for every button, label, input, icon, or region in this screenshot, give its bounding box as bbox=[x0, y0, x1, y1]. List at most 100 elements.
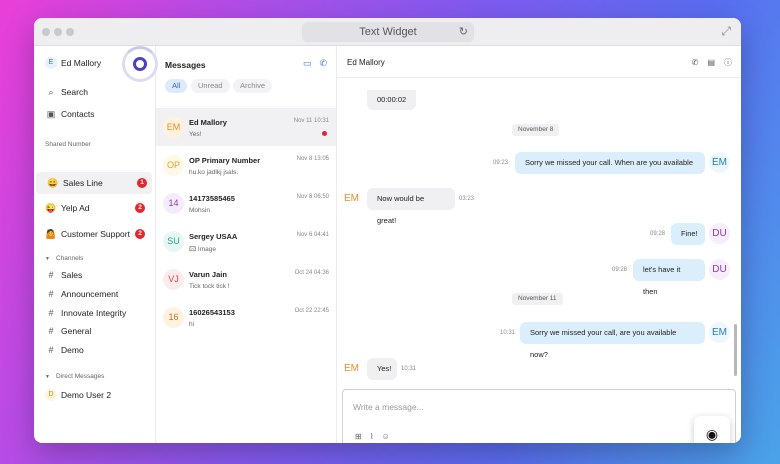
attachment-icon[interactable]: ⌇ bbox=[370, 432, 374, 441]
conversation-name: Sergey USAA bbox=[189, 232, 238, 241]
emoji-icon[interactable]: ☺ bbox=[382, 432, 390, 441]
tab-all[interactable]: All bbox=[165, 79, 188, 93]
new-message-icon[interactable]: ▭ bbox=[303, 58, 312, 68]
sidebar-item-label: Customer Support bbox=[61, 229, 130, 239]
outgoing-message: let's have it then bbox=[633, 259, 705, 296]
loading-spinner-core bbox=[133, 57, 147, 71]
chat-pane: Ed Mallory ✆ ▤ ⓘ 00:00:02 November 8 09:23… bbox=[337, 46, 741, 443]
conversation-item[interactable]: EM Ed Mallory Yes! Nov 11 10:31 bbox=[156, 108, 336, 146]
channel-item[interactable]: # Demo bbox=[34, 339, 156, 361]
widget-logo-icon: ◉ bbox=[705, 426, 719, 442]
preview-text: Image bbox=[197, 246, 216, 253]
phone-icon[interactable]: ✆ bbox=[692, 58, 699, 67]
shared-number-heading: Shared Number bbox=[45, 141, 91, 148]
message-time: 09:28 bbox=[650, 231, 666, 237]
incoming-message: Yes! bbox=[367, 358, 397, 380]
composer-tools: ⊞ ⌇ ☺ bbox=[355, 432, 398, 441]
conversation-avatar: 16 bbox=[163, 307, 184, 328]
info-icon[interactable]: ⓘ bbox=[724, 58, 732, 67]
zoom-traffic-light[interactable] bbox=[66, 28, 74, 36]
outgoing-message: Sorry we missed your call. When are you … bbox=[515, 152, 705, 174]
close-traffic-light[interactable] bbox=[42, 28, 50, 36]
conversation-time: Nov 11 10:31 bbox=[293, 118, 329, 124]
add-template-icon[interactable]: ⊞ bbox=[355, 432, 362, 441]
conversation-preview: 🖾 Image bbox=[189, 245, 216, 256]
shrug-emoji-icon: 🤷 bbox=[45, 229, 57, 239]
unread-badge: 1 bbox=[137, 178, 147, 188]
unread-badge: 2 bbox=[135, 203, 145, 213]
sidebar-item-label: Yelp Ad bbox=[61, 203, 90, 213]
unread-dot bbox=[322, 131, 327, 136]
conversation-name: OP Primary Number bbox=[189, 156, 261, 165]
sidebar-item-label: Contacts bbox=[61, 109, 95, 119]
messages-title: Messages bbox=[165, 60, 206, 70]
channels-heading[interactable]: ▼ Channels bbox=[45, 255, 83, 262]
dm-item[interactable]: D Demo User 2 bbox=[34, 384, 156, 406]
message-avatar: DU bbox=[709, 259, 730, 280]
conversation-item[interactable]: 16 16026543153 hi Oct 22 22:45 bbox=[156, 298, 336, 336]
conversation-item[interactable]: 14 14173585465 Mohsin Nov 8 06:50 bbox=[156, 184, 336, 222]
smile-emoji-icon: 😀 bbox=[47, 178, 59, 188]
minimize-traffic-light[interactable] bbox=[54, 28, 62, 36]
sidebar-item-sales-line[interactable]: 😀 Sales Line 1 bbox=[36, 172, 152, 194]
search-icon: ⌕ bbox=[48, 87, 54, 97]
sidebar-item-yelp-ad[interactable]: 😜 Yelp Ad 2 bbox=[34, 197, 156, 219]
message-actions: ▭ ✆ bbox=[295, 58, 327, 69]
outgoing-message: Fine! bbox=[671, 223, 705, 245]
sidebar-item-search[interactable]: ⌕ Search bbox=[34, 81, 156, 103]
window-title: Text Widget bbox=[359, 26, 417, 38]
channels-heading-label: Channels bbox=[55, 255, 84, 262]
conversation-avatar: EM bbox=[163, 117, 184, 138]
sidebar-item-label: Sales Line bbox=[63, 178, 103, 188]
message-avatar: DU bbox=[709, 223, 730, 244]
date-separator: November 8 bbox=[512, 124, 560, 136]
sidebar-item-customer-support[interactable]: 🤷 Customer Support 2 bbox=[34, 223, 156, 245]
conversation-item[interactable]: SU Sergey USAA 🖾 Image Nov 6 04:41 bbox=[156, 222, 336, 260]
phone-icon[interactable]: ✆ bbox=[319, 58, 327, 68]
dm-label: Demo User 2 bbox=[61, 390, 112, 400]
call-timer-bubble: 00:00:02 bbox=[367, 90, 417, 110]
conversation-time: Oct 24 04:36 bbox=[294, 270, 329, 276]
conversation-avatar: VJ bbox=[163, 269, 184, 290]
expand-icon[interactable]: ⤢ bbox=[721, 24, 731, 39]
address-bar[interactable]: Text Widget ↻ bbox=[302, 22, 474, 42]
widget-launcher-button[interactable]: ◉ bbox=[694, 416, 730, 443]
archive-icon[interactable]: ▤ bbox=[707, 58, 715, 67]
conversation-item[interactable]: VJ Varun Jain Tick tock tick ! Oct 24 04… bbox=[156, 260, 336, 298]
chat-contact-name: Ed Mallory bbox=[347, 58, 385, 67]
conversation-avatar: SU bbox=[163, 231, 184, 252]
conversation-time: Nov 8 13:05 bbox=[296, 156, 329, 162]
chat-actions: ✆ ▤ ⓘ bbox=[683, 57, 732, 68]
sidebar-item-label: Search bbox=[61, 87, 88, 97]
message-avatar: EM bbox=[344, 363, 359, 374]
sidebar-item-contacts[interactable]: ▣ Contacts bbox=[34, 103, 156, 125]
message-input[interactable] bbox=[353, 402, 653, 412]
title-bar: Text Widget ↻ ⤢ bbox=[34, 18, 741, 46]
image-icon: 🖾 bbox=[189, 246, 198, 253]
user-name: Ed Mallory bbox=[61, 58, 102, 68]
conversation-name: Ed Mallory bbox=[189, 118, 227, 127]
tab-unread[interactable]: Unread bbox=[191, 79, 230, 93]
reload-icon[interactable]: ↻ bbox=[459, 22, 468, 42]
call-timer: 00:00:02 bbox=[377, 95, 407, 104]
conversation-item[interactable]: OP OP Primary Number hu.ko jadlkj jsals.… bbox=[156, 146, 336, 184]
direct-messages-heading[interactable]: ▼ Direct Messages bbox=[45, 373, 104, 380]
message-composer: ⊞ ⌇ ☺ bbox=[342, 389, 736, 443]
message-avatar: EM bbox=[709, 152, 730, 173]
unread-badge: 2 bbox=[135, 229, 145, 239]
conversation-time: Oct 22 22:45 bbox=[294, 308, 329, 314]
conversation-preview: Mohsin bbox=[189, 207, 210, 214]
message-time: 09:23 bbox=[493, 160, 509, 166]
chat-scrollbar[interactable] bbox=[734, 324, 737, 376]
conversation-name: 16026543153 bbox=[189, 308, 235, 317]
conversation-name: Varun Jain bbox=[189, 270, 227, 279]
message-time: 09:28 bbox=[612, 267, 628, 273]
chat-header: Ed Mallory ✆ ▤ ⓘ bbox=[337, 46, 741, 78]
conversation-avatar: 14 bbox=[163, 193, 184, 214]
wink-emoji-icon: 😜 bbox=[45, 203, 57, 213]
tab-archive[interactable]: Archive bbox=[233, 79, 273, 93]
contacts-icon: ▣ bbox=[46, 109, 56, 119]
conversation-name: 14173585465 bbox=[189, 194, 235, 203]
date-separator: November 11 bbox=[512, 293, 563, 305]
conversation-preview: hu.ko jadlkj jsals. bbox=[189, 169, 239, 176]
